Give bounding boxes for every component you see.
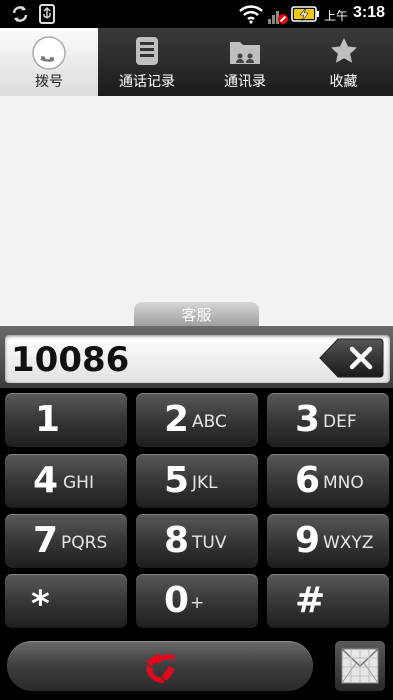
key-7[interactable]: 7 PQRS (5, 514, 127, 568)
sync-icon (12, 6, 28, 22)
wifi-icon (239, 5, 263, 24)
phone-handset-icon (146, 653, 176, 683)
signal-icon (268, 11, 288, 24)
status-clock: 3:18 (353, 4, 386, 21)
key-digit: 5 (164, 460, 190, 501)
message-icon (341, 648, 379, 684)
tab-call-log[interactable]: 通话记录 (98, 28, 196, 96)
tab-bar: 拨号 通话记录 通讯录 收藏 (0, 28, 393, 98)
suggestion-tag[interactable]: 客服 (134, 302, 259, 326)
call-log-icon (136, 37, 158, 65)
dialed-number: 10086 (11, 340, 130, 380)
key-letters: ABC (192, 412, 227, 432)
key-digit: 2 (164, 399, 190, 440)
suggestion-area (0, 96, 393, 326)
message-button[interactable] (335, 641, 385, 691)
key-letters: + (190, 593, 205, 613)
key-digit: 1 (35, 399, 61, 440)
tab-favorites-label: 收藏 (329, 74, 358, 90)
usb-icon (39, 4, 55, 24)
key-6[interactable]: 6 MNO (267, 454, 389, 508)
key-star[interactable]: * (5, 574, 127, 628)
key-letters: TUV (192, 533, 227, 553)
key-letters: PQRS (61, 533, 108, 553)
key-letters: GHI (63, 473, 94, 493)
call-button[interactable] (7, 641, 313, 691)
key-letters: JKL (192, 473, 218, 493)
key-digit: 3 (295, 399, 321, 440)
key-digit: 4 (33, 460, 59, 501)
key-8[interactable]: 8 TUV (136, 514, 258, 568)
key-digit: 9 (295, 520, 321, 561)
tab-dialer-label: 拨号 (35, 74, 63, 90)
star-icon (330, 38, 357, 63)
key-letters: MNO (323, 473, 364, 493)
key-digit: 7 (33, 520, 59, 561)
contacts-icon (230, 42, 260, 64)
phone-icon (32, 36, 66, 70)
key-letters: WXYZ (323, 533, 374, 553)
battery-charging-icon (291, 6, 319, 22)
key-letters: DEF (323, 412, 357, 432)
status-bar: 上午 3:18 (0, 0, 393, 28)
backspace-button[interactable] (318, 337, 384, 379)
key-0[interactable]: 0 + (136, 574, 258, 628)
key-digit: 6 (295, 460, 321, 501)
key-digit: 0 (164, 580, 190, 621)
key-1[interactable]: 1 (5, 393, 127, 447)
status-ampm: 上午 (324, 9, 349, 23)
tab-contacts-label: 通讯录 (224, 74, 266, 90)
key-2[interactable]: 2 ABC (136, 393, 258, 447)
key-3[interactable]: 3 DEF (267, 393, 389, 447)
key-pound[interactable]: # (267, 574, 389, 628)
tab-dialer[interactable]: 拨号 (0, 28, 98, 96)
key-4[interactable]: 4 GHI (5, 454, 127, 508)
tab-favorites[interactable]: 收藏 (294, 28, 393, 96)
key-digit: * (31, 584, 50, 625)
key-digit: # (295, 580, 326, 621)
bottom-bar (0, 634, 393, 700)
keypad: 1 2 ABC 3 DEF 4 GHI 5 JKL 6 MNO 7 PQRS 8… (0, 388, 393, 634)
key-digit: 8 (164, 520, 190, 561)
tab-contacts[interactable]: 通讯录 (196, 28, 294, 96)
key-5[interactable]: 5 JKL (136, 454, 258, 508)
key-9[interactable]: 9 WXYZ (267, 514, 389, 568)
tab-call-log-label: 通话记录 (119, 74, 175, 90)
